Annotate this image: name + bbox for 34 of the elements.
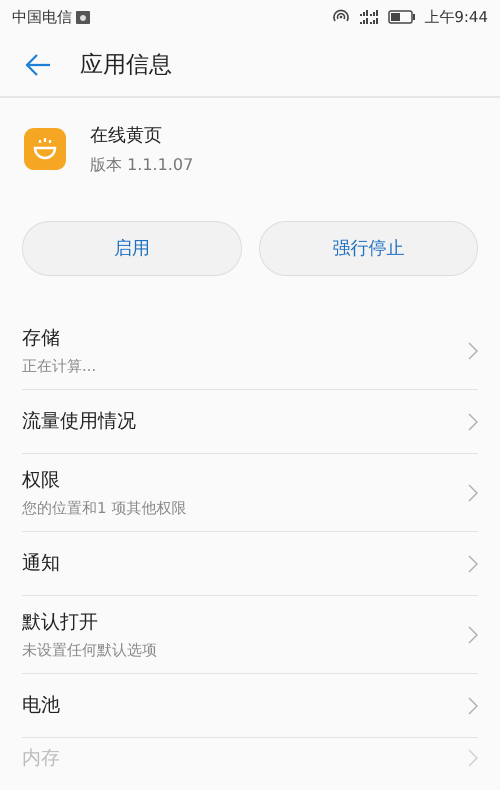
app-icon (24, 128, 66, 170)
row-title: 内存 (22, 746, 60, 771)
settings-row[interactable]: 电池 (22, 674, 478, 738)
app-version: 版本 1.1.1.07 (90, 154, 194, 176)
row-subtitle: 未设置任何默认选项 (22, 640, 157, 661)
settings-row[interactable]: 存储 正在计算... (22, 312, 478, 390)
settings-row[interactable]: 权限 您的位置和1 项其他权限 (22, 454, 478, 532)
chevron-right-icon (468, 626, 478, 644)
action-button[interactable]: 强行停止 (258, 221, 478, 276)
action-button[interactable]: 启用 (22, 221, 242, 276)
row-title: 存储 (22, 326, 61, 350)
page-title: 应用信息 (80, 50, 172, 80)
battery-icon (388, 10, 416, 24)
row-title: 通知 (22, 551, 60, 576)
chevron-right-icon (468, 554, 478, 572)
chevron-right-icon (468, 696, 478, 714)
notification-icon (76, 10, 90, 24)
signal-icon (358, 9, 380, 25)
carrier-name: 中国电信 (12, 6, 72, 28)
settings-row[interactable]: 流量使用情况 (22, 390, 478, 454)
chevron-right-icon (468, 749, 478, 767)
row-title: 电池 (22, 693, 60, 718)
row-subtitle: 您的位置和1 项其他权限 (22, 498, 186, 519)
row-subtitle: 正在计算... (22, 356, 96, 377)
clock-time: 上午9:44 (424, 6, 488, 28)
row-title: 默认打开 (22, 610, 99, 634)
chevron-right-icon (468, 342, 478, 360)
settings-row[interactable]: 默认打开 未设置任何默认选项 (22, 596, 478, 674)
chevron-right-icon (468, 484, 478, 502)
settings-row[interactable]: 通知 (22, 532, 478, 596)
app-name: 在线黄页 (90, 124, 163, 148)
chevron-right-icon (468, 412, 478, 430)
row-title: 流量使用情况 (22, 409, 136, 434)
row-title: 权限 (22, 468, 61, 492)
